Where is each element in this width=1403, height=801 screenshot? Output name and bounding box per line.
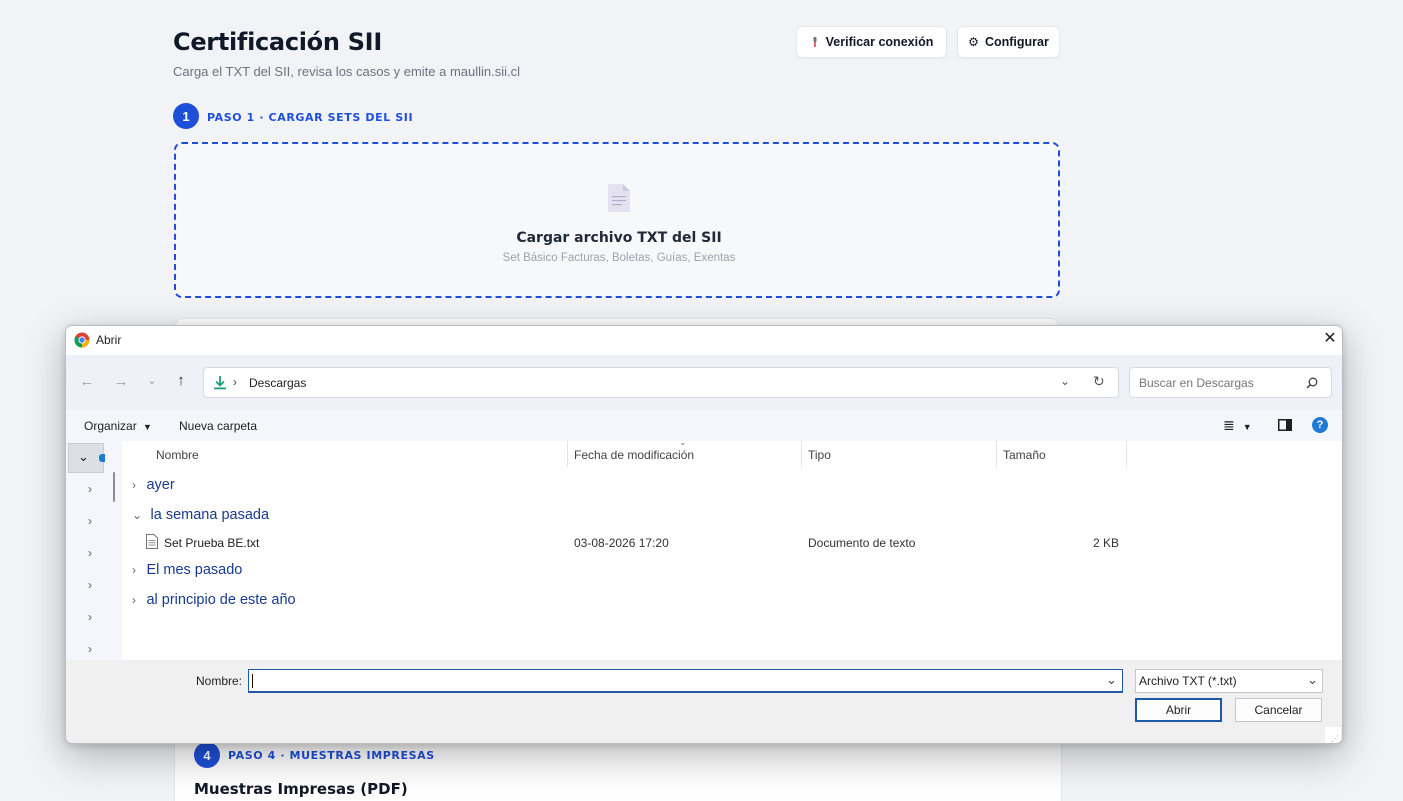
organize-label: Organizar [84,419,137,433]
chevron-down-icon: ⌄ [1307,672,1318,687]
nav-expand-chevron-icon[interactable]: › [83,578,97,592]
search-input[interactable]: Buscar en Descargas [1129,367,1332,398]
chevron-right-icon: › [132,563,136,577]
plug-icon [813,37,817,47]
back-arrow-icon[interactable]: ← [76,373,98,390]
search-placeholder: Buscar en Descargas [1139,376,1254,390]
nav-expand-chevron-icon[interactable]: › [83,514,97,528]
gear-icon: ⚙ [968,35,979,49]
file-row[interactable]: Set Prueba BE.txt 03-08-2026 17:20 Docum… [142,533,1142,553]
chevron-down-icon: ⌄ [78,449,89,464]
preview-pane-icon[interactable] [1278,419,1292,431]
chrome-icon [74,332,90,348]
column-header-size[interactable]: Tamaño [1003,448,1046,462]
verify-connection-label: Verificar conexión [825,35,934,49]
file-name-input[interactable]: ⌄ [248,669,1123,693]
dialog-titlebar: Abrir ✕ [66,326,1342,355]
text-file-icon [146,534,158,549]
chevron-down-icon[interactable]: ⌄ [1106,672,1117,688]
recent-locations-chevron-icon[interactable]: ⌄ [141,374,163,387]
sort-descending-icon: ⌄ [679,437,687,447]
group-header[interactable]: › al principio de este año [132,591,296,609]
text-cursor [252,674,253,688]
folder-icon [99,454,105,462]
configure-label: Configurar [984,35,1049,49]
view-options-icon[interactable]: ≣ ▼ [1223,417,1252,434]
column-header-name[interactable]: Nombre [156,448,199,462]
column-separator[interactable] [996,441,997,467]
file-name-label: Nombre: [196,674,243,688]
up-arrow-icon[interactable]: ↑ [170,372,192,389]
dialog-toolbar [66,410,1342,441]
address-dropdown-chevron-icon[interactable]: ⌄ [1060,374,1070,388]
step-4-card-title: Muestras Impresas (PDF) [194,780,408,798]
group-label: El mes pasado [146,562,243,578]
help-icon[interactable]: ? [1312,417,1328,433]
refresh-icon[interactable]: ↻ [1093,373,1105,390]
nav-expand-chevron-icon[interactable]: › [83,642,97,656]
navigation-pane-selected-item[interactable]: ⌄ [68,443,105,473]
address-location[interactable]: Descargas [249,376,306,390]
dropzone-subtitle: Set Básico Facturas, Boletas, Guías, Exe… [502,252,736,264]
download-icon [214,376,226,390]
chevron-down-icon: ⌄ [132,508,143,522]
chevron-right-icon: › [132,593,136,607]
new-folder-button[interactable]: Nueva carpeta [179,419,257,433]
document-icon [608,184,630,212]
file-type-filter-value: Archivo TXT (*.txt) [1139,674,1237,688]
chevron-right-icon: › [132,478,136,492]
group-label: ayer [146,477,175,493]
file-type: Documento de texto [808,536,916,550]
breadcrumb-separator-icon: › [233,375,237,389]
dropzone-title: Cargar archivo TXT del SII [516,230,722,246]
group-label: la semana pasada [150,507,270,523]
cancel-button[interactable]: Cancelar [1235,698,1322,722]
configure-button[interactable]: ⚙ Configurar [957,26,1060,58]
group-header[interactable]: › El mes pasado [132,561,242,579]
caret-down-icon: ▼ [143,422,152,432]
dialog-title: Abrir [96,333,122,347]
group-header[interactable]: ⌄ la semana pasada [132,506,269,524]
open-file-dialog: Abrir ✕ ← → ⌄ ↑ › Descargas ⌄ ↻ Buscar e… [65,325,1343,744]
column-separator[interactable] [567,441,568,467]
nav-expand-chevron-icon[interactable]: › [83,610,97,624]
column-separator[interactable] [1126,441,1127,467]
group-header[interactable]: › ayer [132,476,175,494]
resize-grip-icon[interactable]: ⋰ [1325,727,1341,743]
group-label: al principio de este año [146,592,296,608]
file-size: 2 KB [1092,536,1119,550]
nav-scrollbar-thumb[interactable] [113,472,115,502]
nav-expand-chevron-icon[interactable]: › [83,482,97,496]
column-header-type[interactable]: Tipo [808,448,831,462]
file-type-filter-select[interactable]: Archivo TXT (*.txt) ⌄ [1135,669,1323,693]
search-icon[interactable] [1306,377,1318,389]
step-1-label: PASO 1 · CARGAR SETS DEL SII [207,111,414,124]
forward-arrow-icon[interactable]: → [110,373,132,390]
page-subtitle: Carga el TXT del SII, revisa los casos y… [173,64,521,79]
open-button[interactable]: Abrir [1135,698,1222,722]
file-name: Set Prueba BE.txt [164,536,260,550]
step-1-badge: 1 [173,103,199,129]
file-modified: 03-08-2026 17:20 [574,536,669,550]
txt-dropzone[interactable]: Cargar archivo TXT del SII Set Básico Fa… [174,142,1060,298]
step-4-badge: 4 [194,742,220,768]
step-4-label: PASO 4 · MUESTRAS IMPRESAS [228,749,435,762]
verify-connection-button[interactable]: Verificar conexión [796,26,947,58]
page-title: Certificación SII [173,28,382,56]
close-icon[interactable]: ✕ [1320,329,1340,349]
organize-menu[interactable]: Organizar ▼ [84,419,152,433]
address-bar[interactable]: › Descargas ⌄ ↻ [203,367,1119,398]
column-separator[interactable] [801,441,802,467]
nav-expand-chevron-icon[interactable]: › [83,546,97,560]
column-header-modified[interactable]: Fecha de modificación [574,448,694,462]
